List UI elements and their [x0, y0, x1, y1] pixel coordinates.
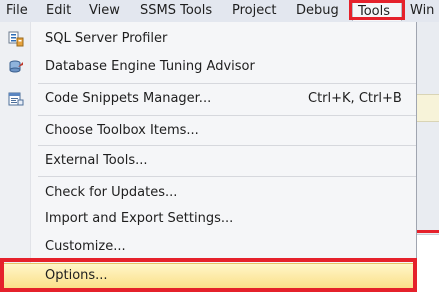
menu-separator [38, 176, 416, 177]
menu-item-choose-toolbox-items[interactable]: Choose Toolbox Items... [0, 118, 416, 143]
tools-dropdown-menu: SQL Server Profiler Database Engine Tuni… [0, 22, 417, 292]
menu-item-import-export-settings[interactable]: Import and Export Settings... [0, 206, 416, 231]
menu-item-label: Import and Export Settings... [45, 211, 234, 226]
menu-item-label: External Tools... [45, 153, 148, 168]
menu-item-label: Customize... [45, 239, 126, 254]
menu-file[interactable]: File [6, 0, 28, 22]
menu-window[interactable]: Win [410, 0, 434, 22]
menu-item-label: Check for Updates... [45, 185, 178, 200]
menu-view[interactable]: View [89, 0, 120, 22]
menu-separator [38, 145, 416, 146]
menu-separator [38, 115, 416, 116]
tools-highlight-box [349, 0, 405, 20]
snippets-icon [8, 91, 24, 107]
menu-item-label: Choose Toolbox Items... [45, 123, 199, 138]
options-highlight-box [0, 258, 417, 292]
menu-item-check-for-updates[interactable]: Check for Updates... [0, 180, 416, 205]
background-window-edge [417, 22, 439, 293]
menu-item-tuning-advisor[interactable]: Database Engine Tuning Advisor [0, 54, 416, 79]
menu-item-label: Code Snippets Manager... [45, 91, 212, 106]
menu-item-label: Database Engine Tuning Advisor [45, 59, 255, 74]
background-panel [417, 234, 439, 293]
background-red-edge [417, 230, 439, 233]
menu-ssms-tools[interactable]: SSMS Tools [140, 0, 212, 22]
background-stripe [417, 94, 439, 122]
menu-project[interactable]: Project [232, 0, 276, 22]
profiler-icon [8, 31, 24, 47]
menu-item-shortcut: Ctrl+K, Ctrl+B [308, 91, 402, 106]
menu-item-label: SQL Server Profiler [45, 31, 168, 46]
menu-item-sql-server-profiler[interactable]: SQL Server Profiler [0, 26, 416, 51]
menu-debug[interactable]: Debug [296, 0, 339, 22]
menu-item-code-snippets-manager[interactable]: Code Snippets Manager... Ctrl+K, Ctrl+B [0, 86, 416, 111]
tuning-advisor-icon [8, 59, 24, 75]
menu-separator [38, 83, 416, 84]
menu-edit[interactable]: Edit [46, 0, 71, 22]
menu-item-customize[interactable]: Customize... [0, 234, 416, 259]
menu-item-external-tools[interactable]: External Tools... [0, 148, 416, 173]
